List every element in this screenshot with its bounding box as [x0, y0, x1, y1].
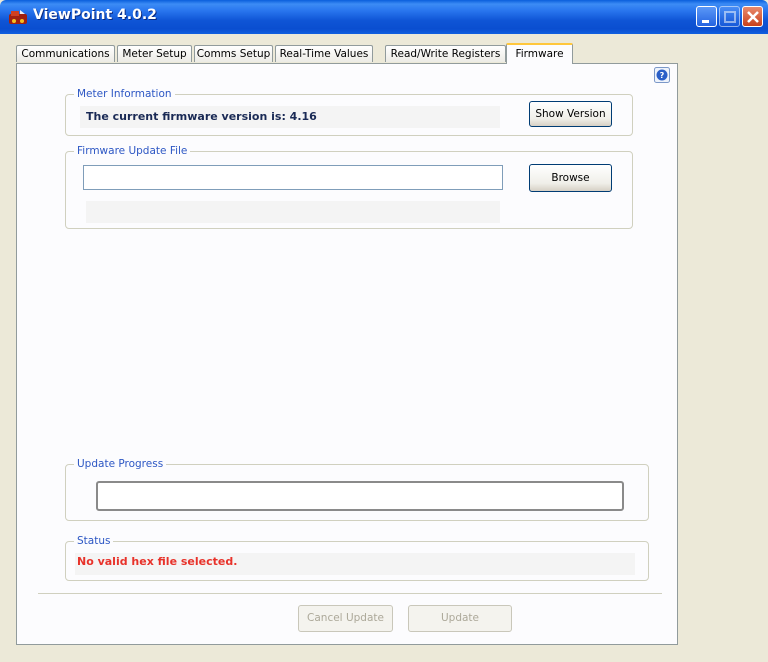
firmware-update-file-group: Firmware Update File Browse [65, 144, 633, 229]
minimize-icon [702, 20, 709, 23]
minimize-button[interactable] [696, 6, 717, 27]
firmware-update-file-legend: Firmware Update File [74, 144, 191, 158]
update-button[interactable]: Update [408, 605, 512, 632]
viewpoint-app-icon [9, 10, 27, 24]
firmware-version-text: The current firmware version is: 4.16 [86, 110, 317, 123]
title-bar[interactable]: ViewPoint 4.0.2 [0, 0, 768, 34]
window-title: ViewPoint 4.0.2 [33, 7, 157, 23]
close-button[interactable] [742, 6, 763, 27]
tab-read-write-registers[interactable]: Read/Write Registers [385, 45, 506, 62]
status-legend: Status [74, 534, 114, 548]
firmware-file-path-input[interactable] [83, 165, 503, 190]
bottom-divider [38, 593, 662, 594]
svg-text:?: ? [660, 71, 665, 80]
update-progress-bar [96, 481, 624, 511]
tab-meter-setup[interactable]: Meter Setup [117, 45, 192, 62]
tab-comms-setup[interactable]: Comms Setup [194, 45, 273, 62]
show-version-button[interactable]: Show Version [529, 101, 612, 127]
tab-firmware[interactable]: Firmware [506, 43, 573, 64]
close-icon [747, 11, 759, 23]
update-progress-legend: Update Progress [74, 457, 167, 471]
meter-information-group: Meter Information The current firmware v… [65, 87, 633, 136]
help-icon[interactable]: ? [654, 67, 670, 83]
tab-real-time-values[interactable]: Real-Time Values [275, 45, 373, 62]
cancel-update-button[interactable]: Cancel Update [298, 605, 393, 632]
meter-information-legend: Meter Information [74, 87, 175, 101]
browse-button[interactable]: Browse [529, 164, 612, 192]
file-info-display [86, 201, 500, 223]
maximize-button[interactable] [719, 6, 740, 27]
status-group: Status No valid hex file selected. [65, 534, 649, 581]
status-message: No valid hex file selected. [77, 555, 238, 568]
tab-communications[interactable]: Communications [16, 45, 115, 62]
update-progress-group: Update Progress [65, 457, 649, 521]
maximize-icon [724, 11, 736, 23]
